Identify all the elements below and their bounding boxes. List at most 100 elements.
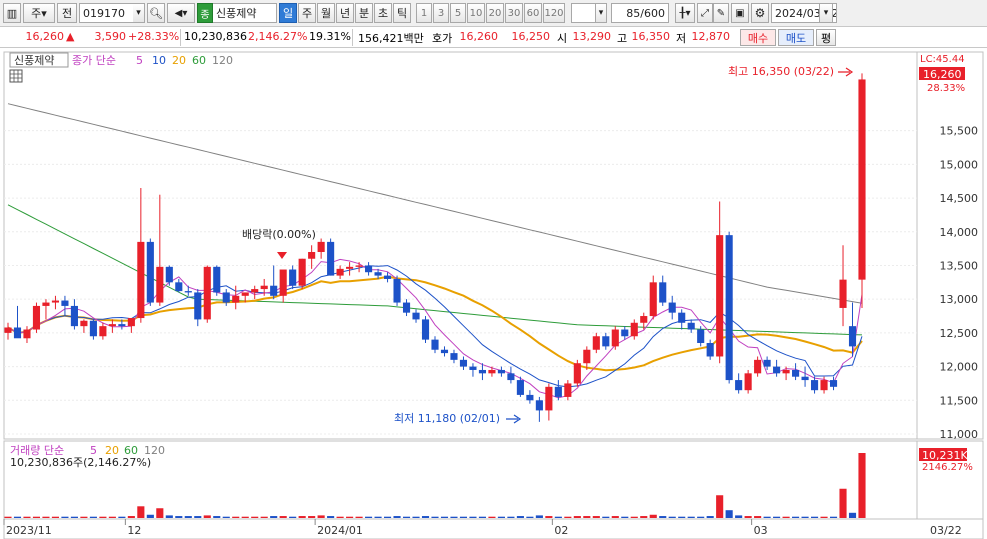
period-tab-3[interactable]: 년	[336, 3, 354, 23]
open-value: 13,290	[572, 30, 612, 43]
volume-bar	[4, 516, 12, 518]
period-tab-6[interactable]: 틱	[393, 3, 411, 23]
candle-body	[222, 292, 230, 303]
ma-legend-60: 60	[192, 54, 206, 67]
interval-tab-120[interactable]: 120	[543, 3, 565, 23]
indicator-icon[interactable]: ⤢	[697, 3, 713, 23]
layout-icon[interactable]: ▥	[3, 3, 21, 23]
volume-bar	[744, 516, 752, 518]
candle-body	[260, 285, 268, 290]
interval-tab-1[interactable]: 1	[416, 3, 432, 23]
prev-button[interactable]: 전	[57, 3, 77, 23]
candle-body	[602, 336, 610, 347]
candle-body	[213, 266, 221, 293]
candle-body	[13, 327, 22, 339]
volume-bar	[99, 516, 107, 518]
volume-bar	[687, 516, 695, 518]
date-tick-label: 12	[127, 524, 141, 537]
sell-button[interactable]: 매도	[778, 29, 814, 46]
candle-body	[70, 305, 78, 327]
period-tab-2[interactable]: 월	[317, 3, 335, 23]
chart-canvas[interactable]: 15,500 15,000 14,500 14,000 13,500 13,000 12,5…	[0, 48, 987, 539]
interval-tab-20[interactable]: 20	[486, 3, 504, 23]
candle-body	[754, 359, 762, 374]
buy-button[interactable]: 매수	[740, 29, 776, 46]
volume-bar	[611, 516, 619, 518]
candle-body	[583, 349, 591, 364]
dividend-label: 배당락(0.00%)	[242, 228, 316, 241]
volume-bar	[459, 516, 468, 518]
period-tab-4[interactable]: 분	[355, 3, 373, 23]
volume-last-label: 10,231K	[922, 449, 968, 462]
divider	[180, 29, 181, 46]
period-tab-5[interactable]: 초	[374, 3, 392, 23]
candle-body	[127, 318, 135, 327]
volume-bar	[127, 516, 135, 518]
candle-body	[801, 376, 809, 381]
candle-body	[564, 383, 572, 397]
ma-legend-20: 20	[172, 54, 186, 67]
candle-body	[782, 369, 790, 374]
gear-icon[interactable]: ⚙	[751, 3, 769, 23]
code-dropdown-icon[interactable]: ▾	[133, 3, 145, 23]
high-value: 16,350	[631, 30, 671, 43]
count-input[interactable]: 85/600	[611, 3, 669, 23]
volume-bar	[156, 508, 164, 518]
volume-bar	[279, 516, 287, 518]
save-icon[interactable]: ▣	[731, 3, 749, 23]
interval-tab-10[interactable]: 10	[467, 3, 485, 23]
period-tab-1[interactable]: 주	[298, 3, 316, 23]
candle-body	[393, 278, 401, 303]
draw-icon[interactable]: ✎	[713, 3, 729, 23]
grid-toggle-icon[interactable]	[9, 69, 23, 83]
last-price-label: 16,260	[923, 68, 962, 81]
date-tick-label: 2023/11	[6, 524, 52, 537]
candle-body	[365, 265, 373, 273]
volume-bar	[317, 515, 325, 518]
price-tick-label: 15,500	[940, 125, 979, 138]
stock-name-field[interactable]: 신풍제약	[213, 3, 277, 23]
volume-bar	[213, 516, 221, 518]
volume-bar	[592, 516, 600, 518]
volume-bar	[829, 516, 838, 518]
volume-bar	[222, 516, 230, 518]
divider	[352, 29, 353, 46]
eval-button[interactable]: 평	[816, 29, 836, 46]
candle-body	[792, 369, 800, 377]
candle-body	[535, 400, 543, 411]
price-tick-label: 11,000	[940, 428, 979, 441]
period-select[interactable]: 주 ▾	[23, 3, 55, 23]
volume-bar	[402, 516, 411, 518]
volume-bar	[526, 516, 534, 518]
candle-body	[725, 235, 733, 381]
candle-body	[469, 366, 477, 370]
interval-tab-60[interactable]: 60	[524, 3, 542, 23]
price-tick-label: 11,500	[940, 394, 979, 407]
period-tab-0[interactable]: 일	[279, 3, 297, 23]
volume-bar	[497, 516, 505, 518]
sound-icon[interactable]: ◀▾	[167, 3, 195, 23]
candle-body	[573, 363, 581, 384]
date-dropdown-icon[interactable]: ▾	[819, 3, 833, 23]
candle-body	[241, 292, 249, 296]
price-chart[interactable]: 15,500 15,000 14,500 14,000 13,500 13,000 12,5…	[0, 48, 987, 539]
volume-last-percent: 2146.27%	[922, 462, 973, 473]
volume-bar	[773, 516, 781, 518]
interval-tab-3[interactable]: 3	[433, 3, 449, 23]
open-label: 시	[557, 32, 568, 45]
interval-tab-5[interactable]: 5	[450, 3, 466, 23]
volume-bar	[792, 516, 800, 518]
volume-bar	[640, 516, 648, 518]
interval-tab-30[interactable]: 30	[505, 3, 523, 23]
search-icon[interactable]: 🔍︎	[147, 3, 165, 23]
candle-body	[630, 322, 638, 337]
volume-bar	[165, 515, 173, 518]
candle-body	[516, 380, 524, 395]
candle-body	[848, 326, 857, 347]
candle-body	[839, 279, 847, 308]
candle-body	[402, 302, 411, 313]
price-axis-panel	[916, 51, 984, 440]
candle-type-icon[interactable]: ╂▾	[675, 3, 695, 23]
volume-bar	[184, 516, 192, 518]
interval-dropdown-icon[interactable]: ▾	[595, 3, 607, 23]
